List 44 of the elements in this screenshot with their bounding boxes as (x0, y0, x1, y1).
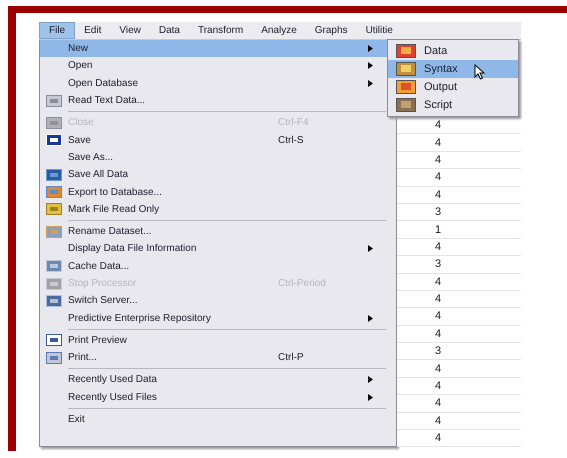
menu-item[interactable]: Recently Used Data (40, 371, 396, 389)
table-cell: 4 (435, 154, 442, 166)
table-cell: 4 (435, 432, 442, 444)
table-cell: 4 (435, 310, 442, 322)
menu-title[interactable]: Utilitie (356, 23, 402, 38)
table-cell: 3 (435, 345, 442, 358)
menu-item[interactable]: Mark File Read Only (40, 200, 396, 218)
table-cell: 4 (435, 188, 442, 201)
menu-title[interactable]: File (39, 22, 76, 39)
menu-item[interactable]: Recently Used Files (40, 388, 396, 406)
menu-title[interactable]: Transform (188, 23, 252, 38)
menu-item[interactable]: Print Preview (40, 332, 396, 350)
table-cell: 4 (435, 136, 442, 149)
menu-title[interactable]: Graphs (306, 23, 357, 38)
menu-item[interactable]: Rename Dataset... (40, 222, 396, 240)
menu-item[interactable]: Cache Data... (40, 258, 396, 275)
table-cell: 4 (435, 119, 442, 132)
menu-item[interactable]: Predictive Enterprise Repository (40, 309, 396, 327)
menu-item[interactable]: Switch Server... (40, 292, 396, 310)
menu-title[interactable]: Analyze (252, 23, 306, 38)
table-cell: 4 (435, 362, 442, 375)
table-cell: 4 (435, 414, 442, 427)
table-cell: 4 (435, 240, 442, 253)
table-cell: 4 (435, 293, 442, 306)
menu-item[interactable]: Exit (40, 410, 396, 428)
menu-item[interactable]: Save Ctrl-S (40, 131, 396, 149)
table-cell: 4 (435, 397, 442, 410)
table-cell: 4 (435, 328, 442, 340)
menu-item[interactable]: Export to Database... (40, 183, 396, 201)
menu-item[interactable]: Save All Data (40, 166, 396, 184)
menu-title[interactable]: Data (150, 23, 189, 38)
menu-item[interactable]: Save As... (40, 148, 396, 166)
table-cell: 4 (435, 380, 442, 392)
mouse-pointer-icon (474, 64, 486, 80)
table-cell: 3 (435, 258, 442, 270)
menu-item[interactable]: Print... Ctrl-P (40, 349, 396, 366)
table-cell: 1 (435, 224, 442, 236)
table-cell: 4 (435, 276, 442, 288)
menu-item[interactable]: Syntax (388, 60, 518, 78)
menu-title[interactable]: Edit (75, 23, 110, 38)
table-cell: 3 (435, 206, 442, 218)
menu-item[interactable]: Display Data File Information (40, 240, 396, 258)
table-cell: 4 (435, 171, 442, 184)
menu-title[interactable]: View (110, 23, 150, 38)
